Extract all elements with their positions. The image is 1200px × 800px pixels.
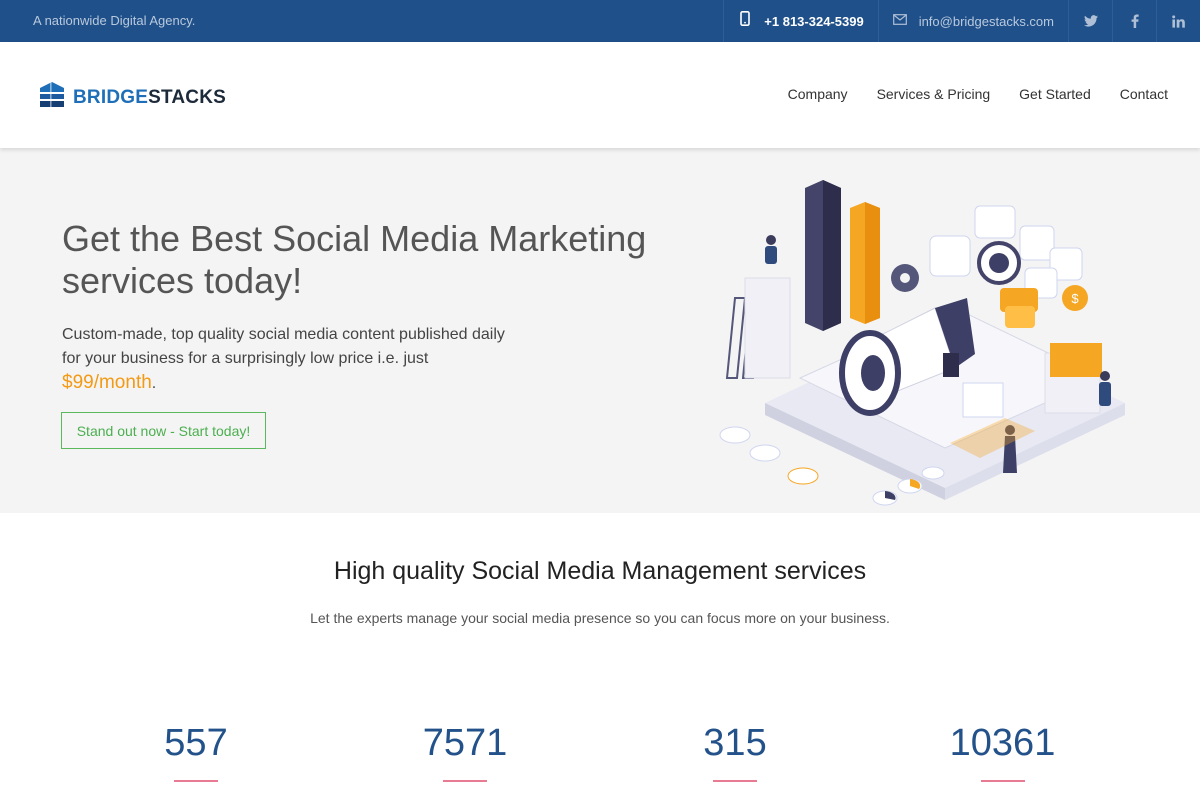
nav-get-started[interactable]: Get Started [1019,86,1091,102]
start-today-button[interactable]: Stand out now - Start today! [61,412,266,449]
envelope-icon [892,12,907,30]
facebook-icon[interactable] [1112,0,1156,42]
email-address: info@bridgestacks.com [918,13,1054,29]
hero-section: Get the Best Social Media Marketing serv… [0,148,1200,513]
stat-number: 10361 [949,722,1056,764]
main-nav: Company Services & Pricing Get Started C… [759,86,1168,102]
phone-icon [740,11,751,31]
stat-divider [174,780,218,782]
svg-text:$: $ [1071,291,1079,306]
logo-icon [37,80,67,115]
top-bar: A nationwide Digital Agency. +1 813-324-… [0,0,1200,42]
nav-company[interactable]: Company [788,86,848,102]
stat-number: 557 [164,722,228,764]
nav-contact[interactable]: Contact [1120,86,1168,102]
hero-price: $99/month [62,372,152,393]
site-header: BRIDGESTACKS Company Services & Pricing … [0,42,1200,148]
stat-number: 7571 [422,722,508,764]
site-logo[interactable]: BRIDGESTACKS [37,80,226,115]
services-subtitle: Let the experts manage your social media… [310,610,890,626]
stats-row: 557 7571 315 10361 [0,720,1200,800]
stat-divider [980,780,1025,782]
logo-text: BRIDGESTACKS [73,86,227,108]
stat-divider [443,780,487,782]
phone-link[interactable]: +1 813-324-5399 [723,0,877,42]
nav-services-pricing[interactable]: Services & Pricing [877,86,991,102]
services-heading: High quality Social Media Management ser… [333,557,867,585]
stat-1: 557 [150,720,242,782]
hero-description: Custom-made, top quality social media co… [62,326,505,393]
twitter-icon[interactable] [1068,0,1112,42]
tagline: A nationwide Digital Agency. [33,13,196,28]
stat-number: 315 [703,722,767,764]
social-media-marketing-illustration: $ [719,180,1125,506]
hero-title: Get the Best Social Media Marketing serv… [62,218,647,301]
email-link[interactable]: info@bridgestacks.com [877,0,1068,42]
stat-divider [713,780,757,782]
stat-3: 315 [690,720,780,782]
top-contact-group: +1 813-324-5399 info@bridgestacks.com [723,0,1200,42]
stat-2: 7571 [405,720,525,782]
phone-number: +1 813-324-5399 [764,13,864,29]
stat-4: 10361 [940,720,1065,782]
linkedin-icon[interactable] [1156,0,1200,42]
